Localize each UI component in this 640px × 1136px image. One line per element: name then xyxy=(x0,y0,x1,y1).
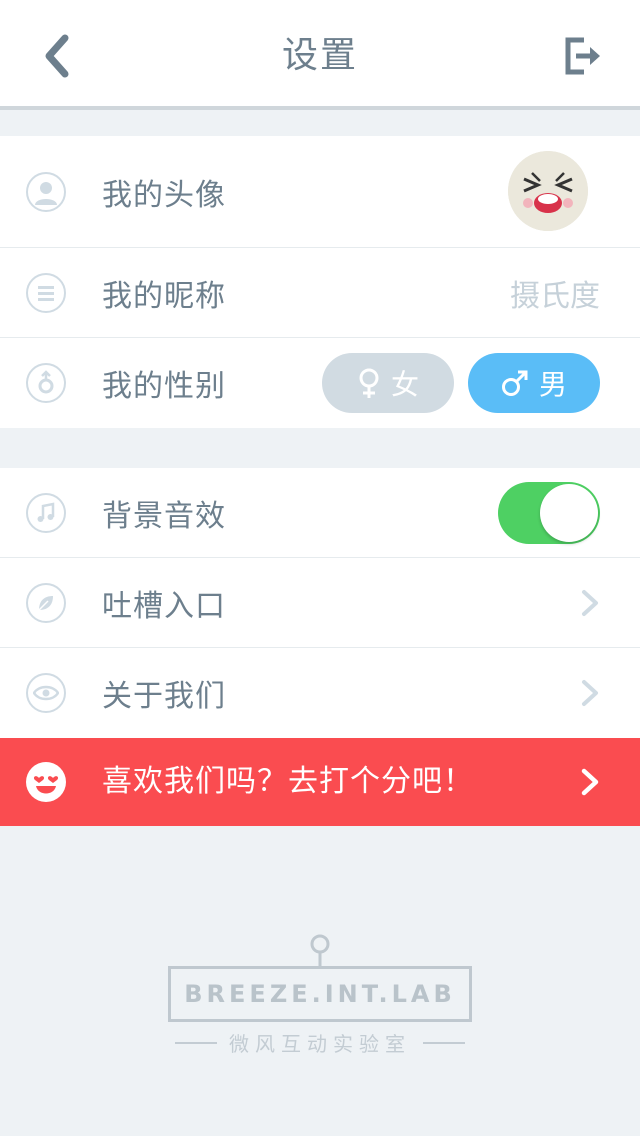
brand-name: BREEZE.INT.LAB xyxy=(168,966,472,1022)
settings-group: 背景音效 吐槽入口 关于我们 xyxy=(0,468,640,738)
gender-label: 我的性别 xyxy=(102,369,226,404)
female-label: 女 xyxy=(390,368,419,401)
male-label: 男 xyxy=(538,368,567,401)
female-icon xyxy=(359,368,379,398)
rate-us-text: 喜欢我们吗？去打个分吧！ xyxy=(102,764,474,799)
about-label: 关于我们 xyxy=(102,679,226,714)
chevron-right-icon xyxy=(582,680,598,706)
page-title: 设置 xyxy=(281,35,358,76)
gender-row: 我的性别 女 男 xyxy=(0,338,640,428)
toggle-knob xyxy=(540,484,598,542)
logout-icon xyxy=(565,37,600,75)
pin-icon xyxy=(310,934,330,966)
brand-logo: BREEZE.INT.LAB 微风互动实验室 xyxy=(168,934,472,1057)
bgm-toggle[interactable] xyxy=(498,482,600,544)
about-row[interactable]: 关于我们 xyxy=(0,648,640,738)
divider xyxy=(175,1041,217,1044)
brand-subtitle: 微风互动实验室 xyxy=(229,1032,411,1056)
gender-icon xyxy=(26,363,66,403)
chevron-right-icon xyxy=(581,768,599,796)
logout-button[interactable] xyxy=(556,28,612,84)
rate-us-banner[interactable]: 喜欢我们吗？去打个分吧！ xyxy=(0,738,640,826)
avatar[interactable] xyxy=(508,151,588,231)
brand-subtitle-row: 微风互动实验室 xyxy=(168,1028,472,1057)
divider xyxy=(423,1041,465,1044)
nickname-row[interactable]: 我的昵称 摄氏度 xyxy=(0,248,640,338)
user-icon xyxy=(26,171,66,212)
nickname-value[interactable]: 摄氏度 xyxy=(510,248,600,337)
nickname-label: 我的昵称 xyxy=(102,278,226,314)
feedback-row[interactable]: 吐槽入口 xyxy=(0,558,640,648)
top-bar: 设置 xyxy=(0,0,640,110)
heart-eyes-face-icon xyxy=(26,762,66,802)
male-icon xyxy=(501,370,528,396)
leaf-icon xyxy=(26,582,66,623)
gender-male-button[interactable]: 男 xyxy=(468,353,600,413)
gender-female-button[interactable]: 女 xyxy=(322,353,454,413)
list-icon xyxy=(26,272,66,313)
avatar-row[interactable]: 我的头像 xyxy=(0,136,640,248)
eye-icon xyxy=(26,673,66,713)
chevron-right-icon xyxy=(582,590,598,616)
bgm-label: 背景音效 xyxy=(102,498,226,534)
gender-selector: 女 男 xyxy=(322,353,600,413)
feedback-label: 吐槽入口 xyxy=(102,588,226,624)
music-icon xyxy=(26,492,66,533)
profile-group: 我的头像 我的昵称 摄氏度 我的性别 女 男 xyxy=(0,136,640,428)
avatar-label: 我的头像 xyxy=(102,177,226,213)
bgm-row: 背景音效 xyxy=(0,468,640,558)
